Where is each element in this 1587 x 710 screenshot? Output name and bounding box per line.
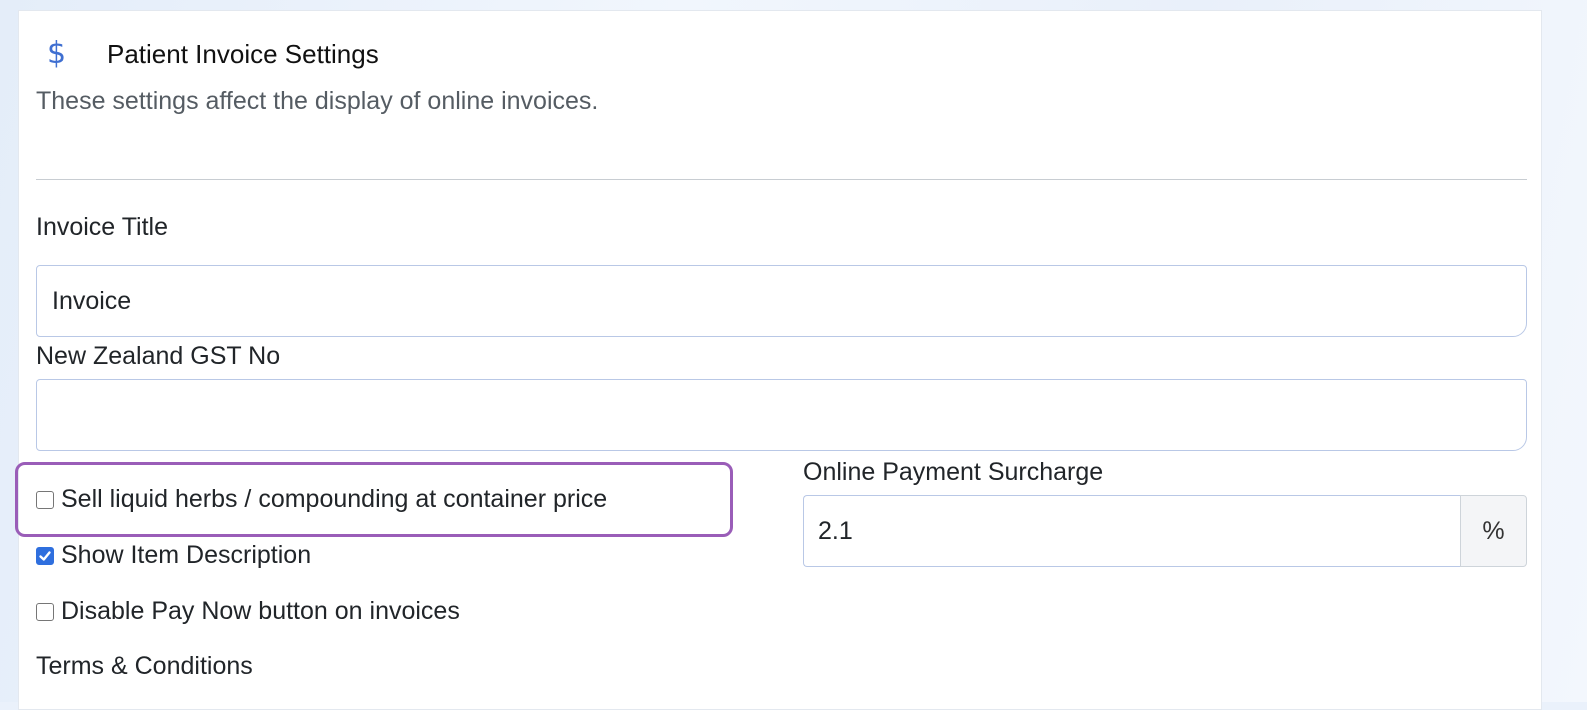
invoice-title-input[interactable]: Invoice: [36, 265, 1527, 337]
gst-label: New Zealand GST No: [36, 342, 281, 370]
show-item-description-row[interactable]: Show Item Description: [36, 541, 311, 570]
percent-addon: %: [1460, 495, 1527, 567]
sell-liquid-herbs-checkbox[interactable]: [36, 490, 54, 509]
invoice-title-value: Invoice: [52, 286, 132, 315]
disable-pay-now-checkbox[interactable]: [36, 602, 54, 621]
section-title: Patient Invoice Settings: [107, 39, 379, 69]
disable-pay-now-label: Disable Pay Now button on invoices: [61, 597, 460, 625]
surcharge-value: 2.1: [818, 516, 853, 545]
dollar-icon: $: [47, 36, 67, 71]
invoice-title-label: Invoice Title: [36, 213, 169, 241]
surcharge-input[interactable]: 2.1: [803, 495, 1460, 567]
section-header: $ Patient Invoice Settings: [47, 37, 379, 71]
sell-liquid-herbs-row[interactable]: Sell liquid herbs / compounding at conta…: [36, 485, 607, 514]
sell-liquid-herbs-label: Sell liquid herbs / compounding at conta…: [61, 485, 608, 513]
surcharge-input-group: 2.1 %: [803, 495, 1527, 567]
section-subtitle: These settings affect the display of onl…: [36, 87, 599, 115]
show-item-description-label: Show Item Description: [61, 541, 312, 569]
disable-pay-now-row[interactable]: Disable Pay Now button on invoices: [36, 597, 460, 626]
terms-label: Terms & Conditions: [36, 652, 253, 680]
gst-number-input[interactable]: [36, 379, 1527, 451]
show-item-description-checkbox[interactable]: [36, 546, 54, 565]
invoice-settings-card: $ Patient Invoice Settings These setting…: [15, 10, 1542, 710]
divider: [36, 179, 1527, 180]
checkmark-icon: [39, 550, 51, 561]
surcharge-label: Online Payment Surcharge: [803, 458, 1104, 486]
